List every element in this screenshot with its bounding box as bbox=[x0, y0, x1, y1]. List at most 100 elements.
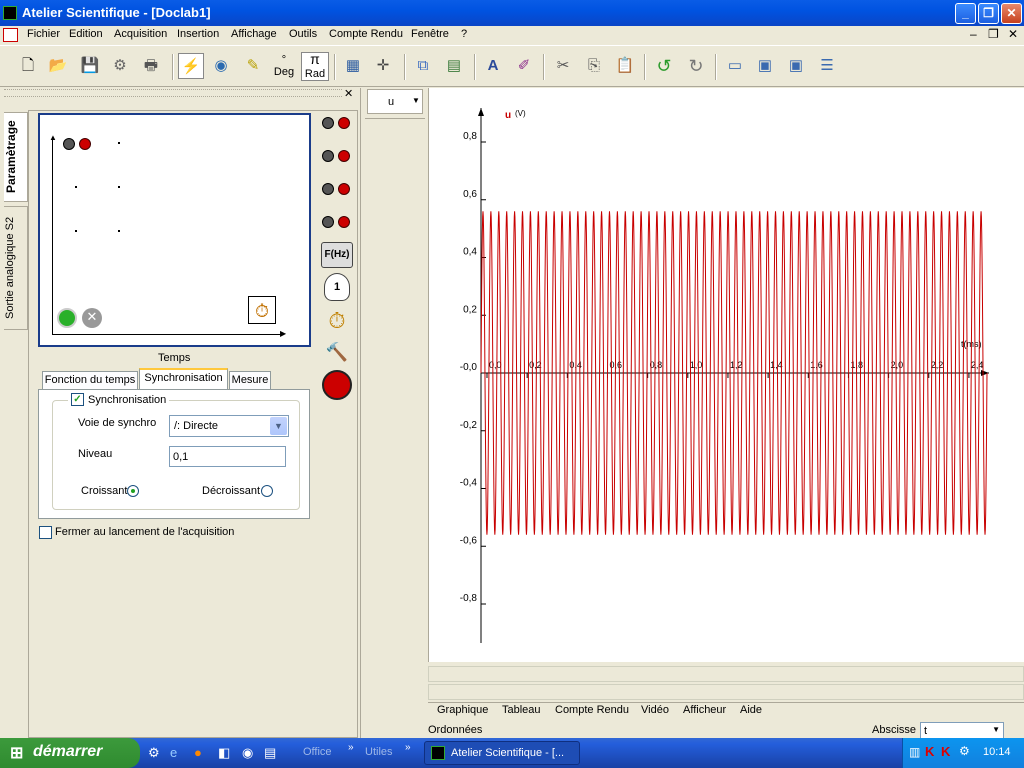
tab-video[interactable]: Vidéo bbox=[641, 704, 669, 720]
quicklaunch-gear-icon[interactable]: ⚙ bbox=[148, 745, 160, 761]
hammer-icon[interactable]: 🔨 bbox=[322, 342, 352, 364]
close-on-acquisition-checkbox[interactable] bbox=[39, 526, 52, 539]
panel-grip[interactable] bbox=[4, 89, 342, 97]
tab-graphique[interactable]: Graphique bbox=[437, 704, 488, 720]
chevron-right-icon[interactable]: » bbox=[405, 742, 411, 753]
niveau-input[interactable] bbox=[169, 446, 286, 467]
graph-area[interactable]: 0,8 0,6 0,4 0,2 -0,0 -0,2 -0,4 -0,6 -0,8 0,0 0,2 0,… bbox=[428, 88, 1024, 662]
chart-svg[interactable]: 0,80,60,40,2-0,0-0,2-0,4-0,6-0,80,0 0,2 0,… bbox=[429, 88, 1024, 662]
grid-icon[interactable]: ▦ bbox=[340, 53, 366, 79]
window-layout-2-icon[interactable]: ▣ bbox=[752, 53, 778, 79]
antivirus-k-icon[interactable]: K bbox=[925, 744, 934, 759]
abscisse-select[interactable]: t ▼ bbox=[920, 722, 1004, 739]
tab-aide[interactable]: Aide bbox=[740, 704, 762, 720]
chevron-right-icon[interactable]: » bbox=[348, 742, 354, 753]
taskbar-app-button[interactable]: Atelier Scientifique - [... bbox=[424, 741, 580, 765]
menu-acquisition[interactable]: Acquisition bbox=[114, 28, 167, 40]
start-button[interactable]: ⊞ démarrer bbox=[0, 738, 140, 768]
tab-mesure[interactable]: Mesure bbox=[229, 371, 271, 389]
print-setup-icon[interactable]: ⚙ bbox=[107, 53, 133, 79]
start-acquisition-icon[interactable] bbox=[57, 308, 77, 328]
new-file-icon[interactable]: 🗋 bbox=[15, 53, 41, 79]
print-icon[interactable]: 🖶 bbox=[138, 53, 164, 79]
chevron-down-icon[interactable]: ▼ bbox=[412, 96, 420, 105]
stopwatch-icon[interactable]: ⏱ bbox=[248, 296, 276, 324]
input-black-1-icon[interactable] bbox=[322, 117, 334, 129]
slot-dot[interactable] bbox=[75, 186, 77, 188]
tab-tableau[interactable]: Tableau bbox=[502, 704, 541, 720]
tab-fonction-du-temps[interactable]: Fonction du temps bbox=[42, 371, 138, 389]
close-button[interactable]: ✕ bbox=[1001, 3, 1022, 24]
selected-input-black[interactable] bbox=[63, 138, 75, 150]
minimize-button[interactable]: _ bbox=[955, 3, 976, 24]
degree-mode-button[interactable]: ° Deg bbox=[271, 54, 297, 80]
network-icon[interactable]: ▥ bbox=[909, 745, 920, 759]
window-layout-1-icon[interactable]: ▭ bbox=[722, 53, 748, 79]
slot-dot[interactable] bbox=[118, 186, 120, 188]
racer-helmet-icon[interactable] bbox=[322, 370, 352, 400]
app-icon[interactable] bbox=[3, 6, 17, 20]
horizontal-scrollbar-2[interactable] bbox=[428, 684, 1024, 700]
tab-synchronisation[interactable]: Synchronisation bbox=[139, 368, 228, 389]
menu-help[interactable]: ? bbox=[461, 28, 467, 40]
tab-afficheur[interactable]: Afficheur bbox=[683, 704, 726, 720]
input-black-2-icon[interactable] bbox=[322, 150, 334, 162]
taskbar-office[interactable]: Office bbox=[303, 746, 332, 758]
input-red-1-icon[interactable] bbox=[338, 117, 350, 129]
menu-compte-rendu[interactable]: Compte Rendu bbox=[329, 28, 403, 40]
synchronisation-checkbox[interactable]: ✓ bbox=[71, 393, 84, 406]
tray-tool-icon[interactable]: ⚙ bbox=[959, 744, 970, 758]
input-red-3-icon[interactable] bbox=[338, 183, 350, 195]
slot-dot[interactable] bbox=[118, 230, 120, 232]
input-setup-area[interactable]: ▲ ▶ ✕ ⏱ bbox=[38, 113, 311, 347]
doc-restore-button[interactable]: ❐ bbox=[988, 27, 999, 41]
slot-dot[interactable] bbox=[75, 230, 77, 232]
redo-icon[interactable]: ↻ bbox=[683, 53, 709, 79]
cut-icon[interactable]: ✂ bbox=[550, 53, 576, 79]
input-red-2-icon[interactable] bbox=[338, 150, 350, 162]
menu-fichier[interactable]: Fichier bbox=[27, 28, 60, 40]
chevron-down-icon[interactable]: ▼ bbox=[270, 417, 287, 435]
antivirus-k2-icon[interactable]: K bbox=[941, 744, 950, 759]
panel-close-icon[interactable]: ✕ bbox=[344, 87, 353, 100]
doc-minimize-button[interactable]: – bbox=[970, 27, 977, 41]
window-layout-3-icon[interactable]: ▣ bbox=[783, 53, 809, 79]
save-icon[interactable]: 💾 bbox=[77, 53, 103, 79]
quicklaunch-firefox-icon[interactable]: ● bbox=[194, 745, 202, 760]
tools-icon[interactable]: ✐ bbox=[511, 53, 537, 79]
text-annotation-icon[interactable]: A bbox=[480, 53, 506, 79]
document-icon[interactable] bbox=[3, 28, 18, 42]
quicklaunch-icon-4[interactable]: ◧ bbox=[218, 745, 230, 761]
pencil-wand-icon[interactable]: ✎ bbox=[240, 53, 266, 79]
selected-input-red[interactable] bbox=[79, 138, 91, 150]
menu-outils[interactable]: Outils bbox=[289, 28, 317, 40]
taskbar-utiles[interactable]: Utiles bbox=[365, 746, 393, 758]
input-red-4-icon[interactable] bbox=[338, 216, 350, 228]
menu-fenetre[interactable]: Fenêtre bbox=[411, 28, 449, 40]
decroissant-radio[interactable] bbox=[261, 485, 273, 497]
menu-insertion[interactable]: Insertion bbox=[177, 28, 219, 40]
tab-parametrage[interactable]: Paramètrage bbox=[4, 112, 28, 202]
quicklaunch-ie-icon[interactable]: e bbox=[170, 745, 177, 760]
input-black-3-icon[interactable] bbox=[322, 183, 334, 195]
quicklaunch-icon-6[interactable]: ▤ bbox=[264, 745, 276, 761]
croissant-radio[interactable] bbox=[127, 485, 139, 497]
menu-edition[interactable]: Edition bbox=[69, 28, 103, 40]
counter-ghost-icon[interactable]: 1 bbox=[324, 273, 350, 301]
timer-icon[interactable]: ⏱ bbox=[322, 306, 352, 336]
webcam-icon[interactable]: ◉ bbox=[208, 53, 234, 79]
acquisition-probes-icon[interactable]: ⚡ bbox=[178, 53, 204, 79]
modeling-icon[interactable]: ⧉ bbox=[410, 53, 436, 79]
quicklaunch-icon-5[interactable]: ◉ bbox=[242, 745, 253, 761]
doc-close-button[interactable]: ✕ bbox=[1008, 27, 1018, 41]
open-folder-icon[interactable]: 📂 bbox=[45, 53, 71, 79]
menu-affichage[interactable]: Affichage bbox=[231, 28, 277, 40]
chevron-down-icon[interactable]: ▼ bbox=[992, 725, 1000, 734]
tab-sortie-analogique[interactable]: Sortie analogique S2 bbox=[4, 206, 28, 330]
slot-dot[interactable] bbox=[118, 142, 120, 144]
radian-mode-button[interactable]: π Rad bbox=[301, 52, 329, 81]
crosshair-icon[interactable]: ✛ bbox=[370, 53, 396, 79]
cancel-acquisition-icon[interactable]: ✕ bbox=[82, 308, 102, 328]
paste-icon[interactable]: 📋 bbox=[612, 53, 638, 79]
horizontal-scrollbar[interactable] bbox=[428, 666, 1024, 682]
